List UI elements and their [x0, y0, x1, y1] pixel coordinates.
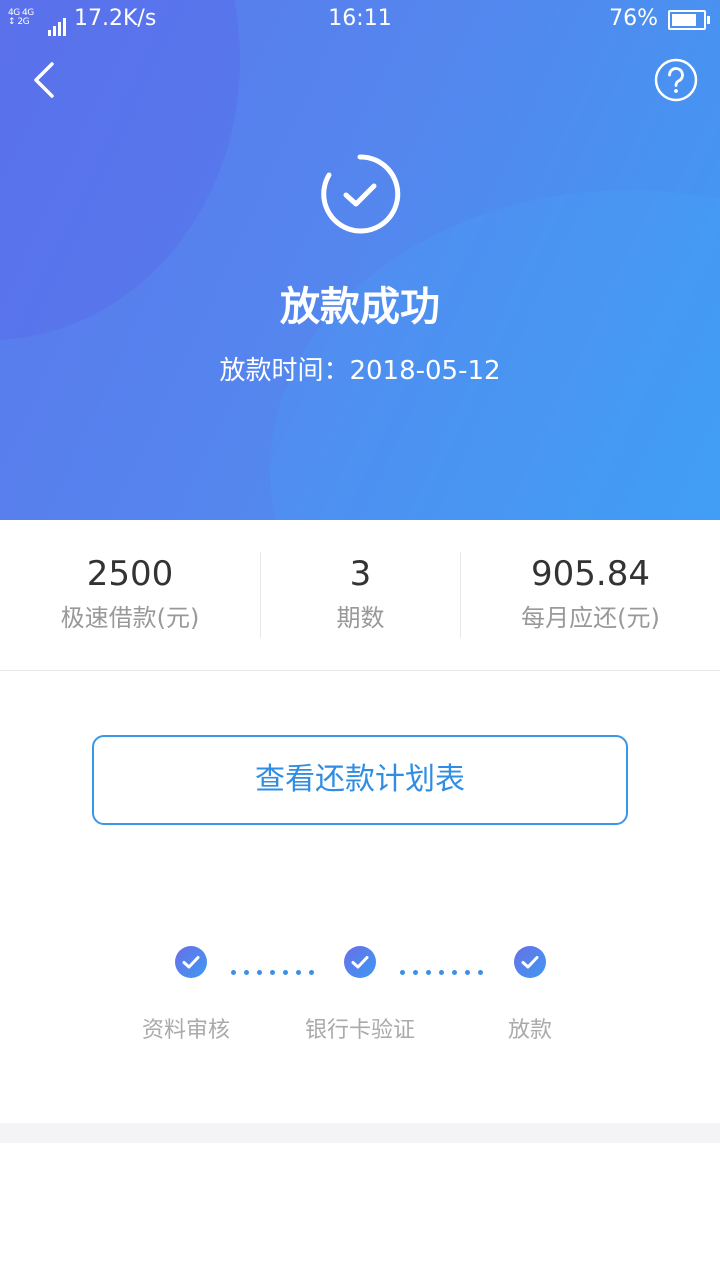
chevron-left-icon	[34, 62, 54, 98]
check-badge-icon	[514, 946, 546, 978]
status-bar: 4G 4G ↕ 2G 17.2K/s 16:11 76%	[0, 0, 720, 38]
check-circle-icon	[321, 154, 401, 234]
loan-summary: 2500 极速借款(元) 3 期数 905.84 每月应还(元)	[0, 520, 720, 671]
hero-banner: 4G 4G ↕ 2G 17.2K/s 16:11 76% 放款成功 放款时间：20…	[0, 0, 720, 520]
step-connector	[231, 960, 322, 975]
stat-periods: 3 期数	[261, 552, 460, 634]
back-button[interactable]	[22, 58, 66, 102]
stat-monthly-payment: 905.84 每月应还(元)	[461, 552, 720, 634]
battery-percent: 76%	[609, 6, 658, 31]
check-badge-icon	[175, 946, 207, 978]
stat-label: 极速借款(元)	[60, 604, 200, 632]
view-repayment-plan-button[interactable]: 查看还款计划表	[92, 735, 628, 825]
battery-icon	[668, 10, 710, 30]
section-separator	[0, 1123, 720, 1143]
step-label-review: 资料审核	[141, 1018, 230, 1043]
question-circle-icon	[654, 58, 698, 102]
stat-label: 期数	[336, 604, 385, 632]
help-button[interactable]	[654, 58, 698, 102]
stat-loan-amount: 2500 极速借款(元)	[0, 552, 260, 634]
stat-value: 905.84	[531, 554, 650, 594]
page-title: 放款成功	[280, 284, 440, 330]
step-label-disburse: 放款	[507, 1018, 552, 1043]
step-connector	[400, 960, 491, 975]
stat-value: 3	[349, 554, 372, 594]
stat-label: 每月应还(元)	[521, 604, 660, 632]
stat-value: 2500	[86, 554, 174, 594]
disbursement-date: 放款时间：2018-05-12	[219, 356, 501, 386]
step-label-card-verify: 银行卡验证	[304, 1018, 415, 1043]
check-badge-icon	[344, 946, 376, 978]
